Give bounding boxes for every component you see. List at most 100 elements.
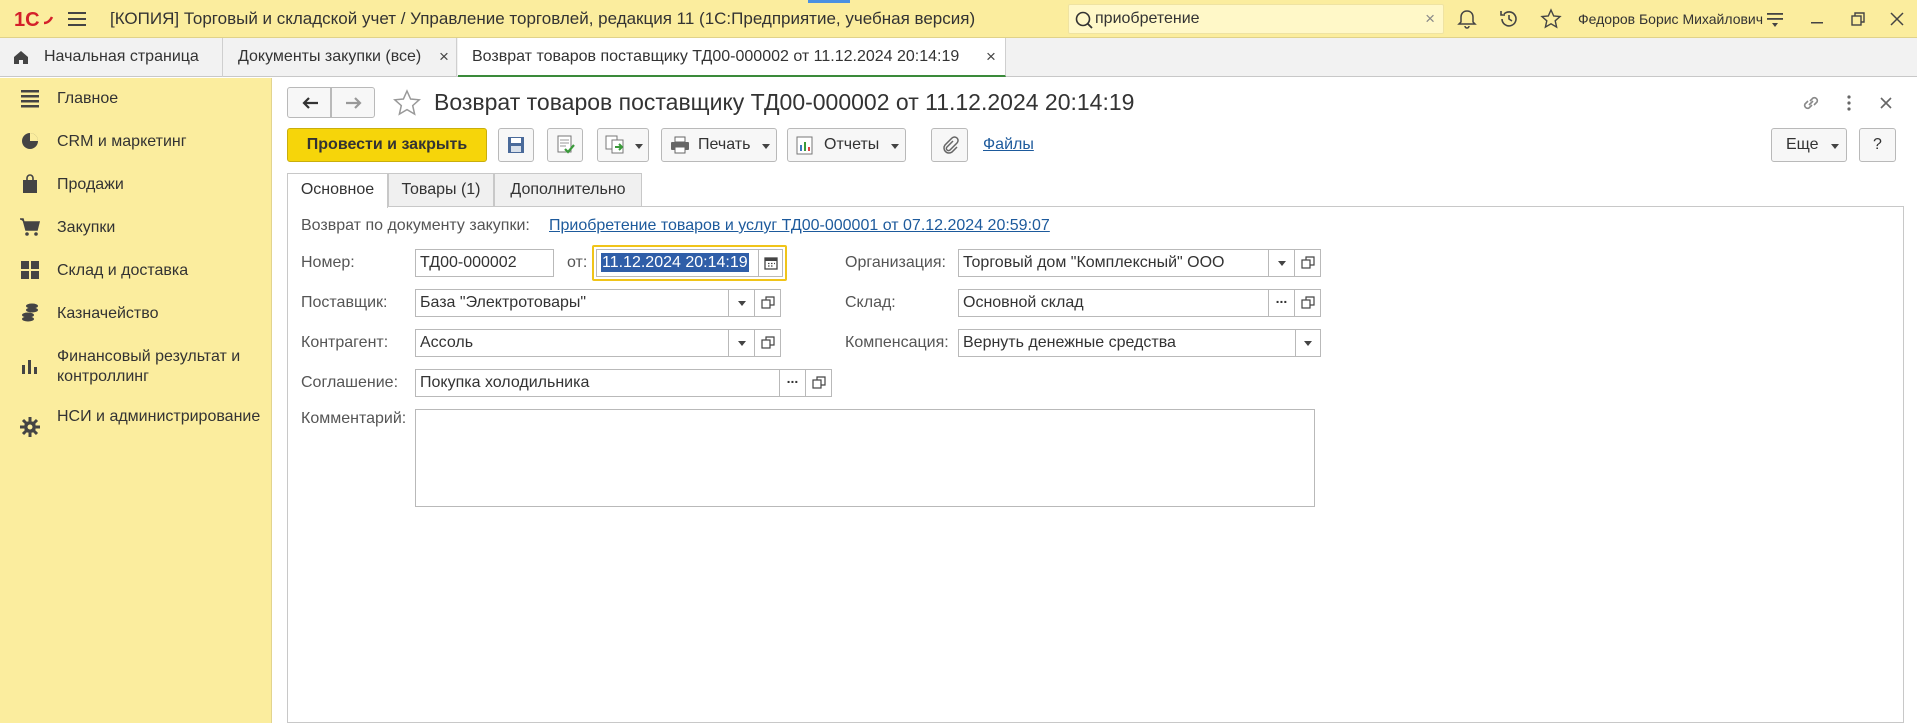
sidebar-item-admin[interactable]: НСИ и администрирование xyxy=(0,397,272,457)
clear-search-icon[interactable]: × xyxy=(1425,9,1435,29)
list-icon xyxy=(21,90,39,108)
tab-home[interactable]: Начальная страница xyxy=(0,38,223,77)
close-tab-icon[interactable]: × xyxy=(986,47,996,67)
reports-button[interactable]: Отчеты xyxy=(787,128,906,162)
tab-purchase-docs[interactable]: Документы закупки (все) × xyxy=(224,38,457,77)
more-vertical-icon[interactable] xyxy=(1838,92,1860,114)
comment-textarea[interactable] xyxy=(415,409,1315,507)
tab-return-document[interactable]: Возврат товаров поставщику ТД00-000002 о… xyxy=(458,38,1006,77)
bar-chart-icon xyxy=(22,360,37,374)
warehouse-open-button[interactable] xyxy=(1294,289,1321,317)
tab-goods[interactable]: Товары (1) xyxy=(388,173,494,207)
minimize-icon[interactable] xyxy=(1806,8,1828,30)
more-button[interactable]: Еще xyxy=(1771,128,1847,162)
chevron-down-icon xyxy=(762,144,770,149)
agreement-field[interactable]: Покупка холодильника xyxy=(415,369,780,397)
date-value: 11.12.2024 20:14:19 xyxy=(601,253,749,272)
sidebar-item-label: Главное xyxy=(57,90,119,107)
favorite-star-icon[interactable] xyxy=(392,88,422,118)
sidebar-item-label: Финансовый результат и контроллинг xyxy=(57,348,241,385)
chevron-down-icon xyxy=(1277,261,1286,266)
help-button[interactable]: ? xyxy=(1859,128,1896,162)
print-button[interactable]: Печать xyxy=(661,128,777,162)
history-icon[interactable] xyxy=(1498,8,1520,30)
arrow-right-icon xyxy=(346,97,362,109)
1c-logo[interactable]: 1С xyxy=(14,7,54,31)
sidebar-item-purchases[interactable]: Закупки xyxy=(0,206,272,249)
sidebar-item-main[interactable]: Главное xyxy=(0,78,272,120)
global-search[interactable]: × xyxy=(1068,4,1444,34)
arrow-left-icon xyxy=(302,97,318,109)
files-link[interactable]: Файлы xyxy=(983,136,1034,154)
supplier-dropdown-button[interactable] xyxy=(728,289,755,317)
close-window-icon[interactable] xyxy=(1886,8,1908,30)
warehouse-select-button[interactable]: ... xyxy=(1268,289,1295,317)
tab-additional[interactable]: Дополнительно xyxy=(494,173,642,207)
reports-label: Отчеты xyxy=(824,136,880,153)
menu-icon[interactable] xyxy=(66,9,88,29)
sidebar-item-warehouse[interactable]: Склад и доставка xyxy=(0,249,272,292)
supplier-open-button[interactable] xyxy=(754,289,781,317)
reports-icon xyxy=(796,136,813,155)
counterparty-dropdown-button[interactable] xyxy=(728,329,755,357)
close-tab-icon[interactable]: × xyxy=(439,47,449,67)
create-based-on-icon xyxy=(605,135,624,154)
search-input[interactable] xyxy=(1095,8,1395,30)
sidebar-item-sales[interactable]: Продажи xyxy=(0,163,272,206)
bell-icon[interactable] xyxy=(1456,8,1478,30)
create-based-on-button[interactable] xyxy=(597,128,649,162)
agreement-open-button[interactable] xyxy=(805,369,832,397)
close-form-icon[interactable] xyxy=(1875,92,1897,114)
restore-icon[interactable] xyxy=(1847,8,1869,30)
organization-dropdown-button[interactable] xyxy=(1268,249,1295,277)
open-in-window-icon xyxy=(1301,296,1315,309)
compensation-field[interactable]: Вернуть денежные средства xyxy=(958,329,1296,357)
sidebar-item-label: Казначейство xyxy=(57,305,159,322)
post-button[interactable] xyxy=(547,128,583,162)
number-label: Номер: xyxy=(301,254,355,271)
tab-purchase-docs-label: Документы закупки (все) xyxy=(238,48,422,65)
sections-sidebar: Главное CRM и маркетинг Продажи Закупки … xyxy=(0,78,272,723)
page-title: Возврат товаров поставщику ТД00-000002 о… xyxy=(434,89,1135,115)
coins-icon xyxy=(22,303,38,322)
open-in-window-icon xyxy=(812,376,826,389)
tab-main[interactable]: Основное xyxy=(287,173,388,208)
title-accent-line xyxy=(808,0,850,3)
compensation-dropdown-button[interactable] xyxy=(1295,329,1321,357)
counterparty-open-button[interactable] xyxy=(754,329,781,357)
organization-field[interactable]: Торговый дом "Комплексный" ООО xyxy=(958,249,1269,277)
post-and-close-button[interactable]: Провести и закрыть xyxy=(287,128,487,162)
organization-open-button[interactable] xyxy=(1294,249,1321,277)
title-bar: 1С [КОПИЯ] Торговый и складской учет / У… xyxy=(0,0,1917,38)
warehouse-label: Склад: xyxy=(845,294,896,311)
forward-button[interactable] xyxy=(331,87,375,118)
attach-button[interactable] xyxy=(931,128,968,162)
back-button[interactable] xyxy=(287,87,331,118)
return-by-label: Возврат по документу закупки: xyxy=(301,217,530,234)
user-name[interactable]: Федоров Борис Михайлович xyxy=(1578,11,1763,27)
sidebar-item-financial-result[interactable]: Финансовый результат и контроллинг xyxy=(0,335,272,397)
number-field[interactable]: ТД00-000002 xyxy=(415,249,554,277)
home-icon xyxy=(14,51,28,64)
tab-return-document-label: Возврат товаров поставщику ТД00-000002 о… xyxy=(472,48,960,65)
printer-icon xyxy=(671,136,689,154)
calendar-button[interactable] xyxy=(758,249,783,277)
favorites-star-icon[interactable] xyxy=(1540,8,1562,30)
sidebar-item-crm[interactable]: CRM и маркетинг xyxy=(0,120,272,163)
return-by-document-link[interactable]: Приобретение товаров и услуг ТД00-000001… xyxy=(549,217,1050,235)
sidebar-item-treasury[interactable]: Казначейство xyxy=(0,292,272,335)
warehouse-field[interactable]: Основной склад xyxy=(958,289,1269,317)
app-title: [КОПИЯ] Торговый и складской учет / Упра… xyxy=(110,9,976,28)
agreement-label: Соглашение: xyxy=(301,374,399,391)
sidebar-item-label: CRM и маркетинг xyxy=(57,133,187,150)
link-icon[interactable] xyxy=(1800,92,1822,114)
sidebar-item-label: Закупки xyxy=(57,219,116,236)
chevron-down-icon xyxy=(737,341,746,346)
settings-lines-icon[interactable] xyxy=(1764,8,1786,30)
post-document-icon xyxy=(557,135,575,154)
date-field[interactable]: 11.12.2024 20:14:19 xyxy=(596,249,758,277)
supplier-field[interactable]: База "Электротовары" xyxy=(415,289,729,317)
agreement-select-button[interactable]: ... xyxy=(779,369,806,397)
counterparty-field[interactable]: Ассоль xyxy=(415,329,729,357)
save-button[interactable] xyxy=(498,128,534,162)
